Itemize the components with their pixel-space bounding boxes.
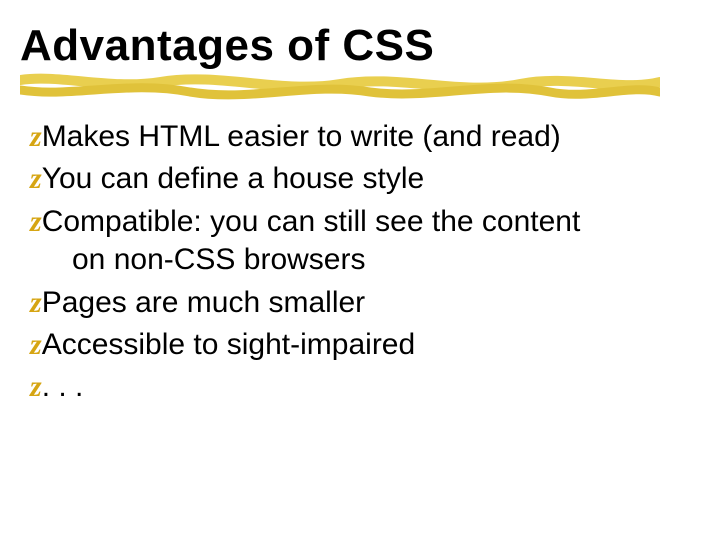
bullet-marker-icon: z bbox=[30, 286, 42, 319]
slide-title: Advantages of CSS bbox=[20, 22, 700, 70]
slide: Advantages of CSS zMakes HTML easier to … bbox=[0, 0, 720, 540]
bullet-text: Accessible to sight-impaired bbox=[42, 328, 416, 361]
title-underline-decoration bbox=[20, 70, 660, 102]
bullet-text: You can define a house style bbox=[42, 162, 425, 195]
bullet-text: Compatible: you can still see the conten… bbox=[42, 205, 581, 238]
list-item: zAccessible to sight-impaired bbox=[30, 326, 670, 364]
list-item: zPages are much smaller bbox=[30, 284, 670, 322]
bullet-list: zMakes HTML easier to write (and read) z… bbox=[30, 118, 670, 411]
bullet-marker-icon: z bbox=[30, 162, 42, 195]
bullet-marker-icon: z bbox=[30, 370, 42, 403]
list-item: zMakes HTML easier to write (and read) bbox=[30, 118, 670, 156]
title-area: Advantages of CSS bbox=[20, 22, 700, 70]
bullet-marker-icon: z bbox=[30, 328, 42, 361]
list-item: zYou can define a house style bbox=[30, 160, 670, 198]
bullet-text: Pages are much smaller bbox=[42, 286, 365, 319]
bullet-text: Makes HTML easier to write (and read) bbox=[42, 120, 561, 153]
bullet-marker-icon: z bbox=[30, 205, 42, 238]
list-item: z. . . bbox=[30, 368, 670, 406]
bullet-marker-icon: z bbox=[30, 120, 42, 153]
bullet-text: . . . bbox=[42, 370, 84, 403]
list-item: zCompatible: you can still see the conte… bbox=[30, 203, 670, 280]
bullet-text-continuation: on non-CSS browsers bbox=[72, 241, 670, 279]
